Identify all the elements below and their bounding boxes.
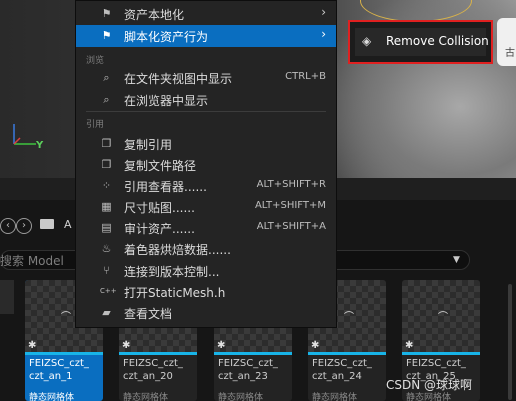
- menu-item-copy-reference[interactable]: ❐ 复制引用: [76, 133, 336, 155]
- forward-button[interactable]: ›: [16, 218, 32, 234]
- section-header-browse: 浏览: [86, 56, 105, 66]
- scrollbar[interactable]: [508, 284, 512, 400]
- open-mesh-header-icon: C++: [100, 287, 117, 295]
- audit-assets-icon: ▤: [101, 221, 112, 234]
- static-mesh-icon: ✱: [122, 340, 131, 351]
- submenu-arrow-icon: ›: [321, 5, 326, 19]
- menu-item-asset-localization[interactable]: ⚑ 资产本地化 ›: [76, 3, 336, 25]
- source-control-icon: ⑂: [103, 264, 110, 277]
- menu-item-label: 复制文件路径: [124, 159, 197, 173]
- asset-context-menu: ⚑ 资产本地化 › ⚑ 脚本化资产行为 › 浏览 ⌕ 在文件夹视图中显示 CTR…: [75, 0, 337, 328]
- menu-item-audit-assets[interactable]: ▤ 审计资产...... ALT+SHIFT+A: [76, 217, 336, 239]
- reference-viewer-icon: ⁘: [101, 179, 112, 192]
- copy-reference-icon: ❐: [101, 137, 112, 150]
- breadcrumb[interactable]: A: [64, 218, 72, 231]
- side-panel-char: 古: [505, 48, 515, 59]
- folder-icon: [40, 219, 54, 229]
- menu-item-label: 资产本地化: [124, 8, 185, 22]
- search-dropdown-icon[interactable]: ▼: [453, 255, 460, 265]
- menu-item-label: 着色器烘焙数据......: [124, 243, 231, 257]
- asset-type-bar: [25, 352, 103, 355]
- menu-item-label: 连接到版本控制...: [124, 265, 220, 279]
- menu-item-copy-file-path[interactable]: ❐ 复制文件路径: [76, 154, 336, 176]
- static-mesh-icon: ✱: [311, 340, 320, 351]
- gizmo-y-label: Y: [36, 140, 44, 151]
- submenu-arrow-icon: ›: [321, 27, 326, 41]
- scripted-asset-actions-icon: ⚑: [101, 29, 112, 42]
- static-mesh-icon: ✱: [217, 340, 226, 351]
- menu-separator: [86, 111, 326, 112]
- menu-item-label: 复制引用: [124, 138, 173, 152]
- view-documentation-icon: ▰: [102, 306, 111, 319]
- asset-type-bar: [119, 352, 197, 355]
- asset-type: 静态网格体: [123, 393, 169, 401]
- shortcut-label: ALT+SHIFT+M: [254, 200, 326, 211]
- menu-item-label: 尺寸贴图......: [124, 201, 195, 215]
- asset-type: 静态网格体: [218, 393, 264, 401]
- side-panel-tab[interactable]: 古: [497, 18, 516, 66]
- menu-item-view-documentation[interactable]: ▰ 查看文档: [76, 302, 336, 324]
- watermark-text: CSDN @球球啊: [386, 378, 473, 392]
- show-in-explorer-icon: ⌕: [103, 93, 110, 106]
- menu-item-label: Remove Collision: [386, 34, 489, 48]
- menu-item-label: 脚本化资产行为: [124, 30, 209, 44]
- asset-type-bar: [402, 352, 480, 355]
- menu-item-reference-viewer[interactable]: ⁘ 引用查看器...... ALT+SHIFT+R: [76, 175, 336, 197]
- size-map-icon: ▦: [101, 200, 112, 213]
- asset-type-bar: [308, 352, 386, 355]
- asset-type: 静态网格体: [312, 393, 358, 401]
- menu-item-label: 审计资产......: [124, 222, 195, 236]
- static-mesh-icon: ✱: [405, 340, 414, 351]
- menu-item-show-in-folder[interactable]: ⌕ 在文件夹视图中显示 CTRL+B: [76, 67, 336, 89]
- asset-name: FEIZSC_czt_ czt_an_1: [29, 358, 89, 382]
- shortcut-label: ALT+SHIFT+R: [256, 179, 326, 190]
- search-placeholder: 搜索 Model: [0, 254, 64, 268]
- asset-name: FEIZSC_czt_ czt_an_20: [123, 358, 183, 382]
- menu-item-open-header[interactable]: C++ 打开StaticMesh.h: [76, 281, 336, 303]
- asset-localization-icon: ⚑: [101, 7, 112, 20]
- asset-name: FEIZSC_czt_ czt_an_24: [312, 358, 372, 382]
- menu-item-label: 打开StaticMesh.h: [124, 286, 226, 300]
- menu-item-show-in-explorer[interactable]: ⌕ 在浏览器中显示: [76, 89, 336, 111]
- asset-type-bar: [214, 352, 292, 355]
- menu-item-label: 在浏览器中显示: [124, 94, 209, 108]
- show-in-folder-icon: ⌕: [103, 71, 110, 84]
- back-button[interactable]: ‹: [0, 218, 16, 234]
- blueprint-diamond-icon: ◈: [362, 34, 372, 48]
- menu-item-label: 查看文档: [124, 307, 173, 321]
- menu-item-label: 在文件夹视图中显示: [124, 72, 233, 86]
- asset-name: FEIZSC_czt_ czt_an_23: [218, 358, 278, 382]
- asset-type: 静态网格体: [29, 393, 75, 401]
- menu-item-connect-source-control[interactable]: ⑂ 连接到版本控制...: [76, 260, 336, 282]
- asset-tile-partial[interactable]: [0, 280, 14, 314]
- menu-item-shader-cook-data[interactable]: ♨ 着色器烘焙数据......: [76, 238, 336, 260]
- menu-item-label: 引用查看器......: [124, 180, 207, 194]
- menu-item-scripted-asset-actions[interactable]: ⚑ 脚本化资产行为 ›: [76, 25, 336, 47]
- static-mesh-icon: ✱: [28, 340, 37, 351]
- shortcut-label: CTRL+B: [285, 71, 326, 82]
- shader-cook-data-icon: ♨: [101, 242, 112, 255]
- shortcut-label: ALT+SHIFT+A: [256, 221, 326, 232]
- menu-item-size-map[interactable]: ▦ 尺寸贴图...... ALT+SHIFT+M: [76, 196, 336, 218]
- section-header-references: 引用: [86, 120, 105, 130]
- copy-file-path-icon: ❐: [101, 158, 112, 171]
